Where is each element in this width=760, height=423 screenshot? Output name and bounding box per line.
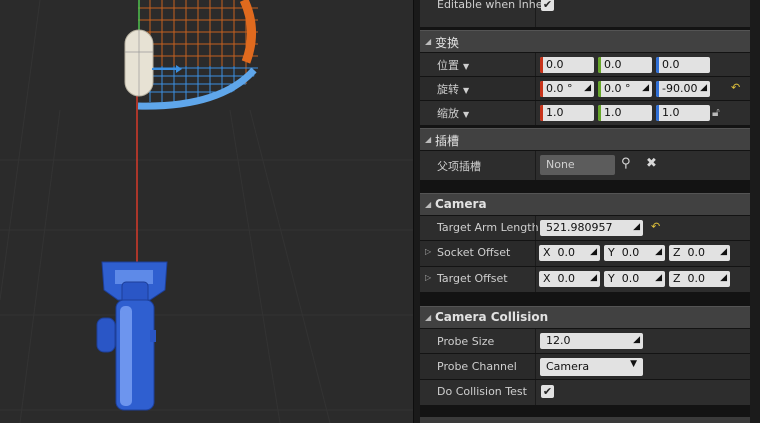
do-collision-test-label: Do Collision Test [437,385,527,398]
do-collision-test-row: Do Collision Test ✔ [420,380,750,405]
do-collision-test-checkbox[interactable]: ✔ [541,385,554,398]
socket-offset-z-field[interactable]: Z 0.0 ◢ [669,245,730,261]
target-offset-x-field[interactable]: X 0.0 ◢ [539,271,600,287]
location-y-field[interactable]: 0.0 [598,57,652,73]
target-offset-label: Target Offset [437,272,508,285]
spin-arrows-icon: ◢ [642,83,649,93]
category-sockets-title: 插槽 [435,134,460,148]
target-offset-z-field[interactable]: Z 0.0 ◢ [669,271,730,287]
spin-arrows-icon: ◢ [590,247,597,257]
chevron-down-icon: ▼ [463,62,470,71]
spin-arrows-icon: ◢ [700,83,707,93]
reset-to-default-icon[interactable]: ↶ [731,81,740,94]
expand-triangle-icon[interactable]: ▷ [425,273,431,282]
collapse-triangle-icon: ◢ [425,200,432,209]
scale-z-field[interactable]: 1.0 [656,105,710,121]
collapse-triangle-icon: ◢ [425,135,432,144]
parent-socket-row: 父项插槽 None ⚲ ✖ [420,151,750,180]
category-sockets[interactable]: ◢ 插槽 [420,128,750,150]
rotation-y-field[interactable]: 0.0 ° ◢ [598,81,652,97]
mannequin-mesh[interactable] [96,261,168,411]
scale-y-field[interactable]: 1.0 [598,105,652,121]
probe-channel-label: Probe Channel [437,360,517,373]
location-x-field[interactable]: 0.0 [540,57,594,73]
socket-offset-label: Socket Offset [437,246,511,259]
category-transform[interactable]: ◢ 变换 [420,30,750,52]
target-offset-row: ▷ Target Offset X 0.0 ◢ Y 0.0 ◢ Z 0.0 ◢ [420,267,750,292]
editable-when-inherited-checkbox[interactable]: ✔ [541,0,554,11]
details-scrollbar[interactable] [750,0,760,423]
target-arm-length-field[interactable]: 521.980957 ◢ [540,220,643,236]
rotation-row: 旋转 ▼ 0.0 ° ◢ 0.0 ° ◢ -90.00 ◢ ↶ [420,77,750,100]
probe-channel-row: Probe Channel Camera ▼ [420,354,750,379]
category-camera-collision-title: Camera Collision [435,310,549,324]
reset-to-default-icon[interactable]: ↶ [651,220,660,233]
chevron-down-icon: ▼ [463,86,470,95]
chevron-down-icon: ▼ [463,110,470,119]
category-camera[interactable]: ◢ Camera [420,193,750,215]
spin-arrows-icon: ◢ [720,273,727,283]
location-z-field[interactable]: 0.0 [656,57,710,73]
editable-when-inherited-label: Editable when Inher [437,0,548,11]
target-offset-y-field[interactable]: Y 0.0 ◢ [604,271,665,287]
socket-offset-x-field[interactable]: X 0.0 ◢ [539,245,600,261]
location-label[interactable]: 位置 ▼ [437,57,469,73]
spin-arrows-icon: ◢ [633,222,640,232]
probe-size-label: Probe Size [437,335,495,348]
chevron-down-icon: ▼ [630,359,637,369]
probe-channel-dropdown[interactable]: Camera ▼ [540,358,643,376]
probe-size-field[interactable]: 12.0 ◢ [540,333,643,349]
panel-splitter[interactable] [413,0,420,423]
collapse-triangle-icon: ◢ [425,313,432,322]
scale-row: 缩放 ▼ 1.0 1.0 1.0 🔓︎ [420,101,750,125]
viewport-scene [0,0,413,423]
next-category-edge [420,417,750,423]
target-arm-length-row: Target Arm Length 521.980957 ◢ ↶ [420,216,750,240]
target-arm-length-label: Target Arm Length [437,221,539,234]
parent-socket-label: 父项插槽 [437,160,481,173]
spin-arrows-icon: ◢ [584,83,591,93]
spin-arrows-icon: ◢ [633,335,640,345]
category-camera-collision[interactable]: ◢ Camera Collision [420,306,750,328]
collapse-triangle-icon: ◢ [425,37,432,46]
close-icon[interactable]: ✖ [646,156,657,171]
parent-socket-field[interactable]: None [540,155,615,175]
rotation-x-field[interactable]: 0.0 ° ◢ [540,81,594,97]
level-viewport[interactable] [0,0,413,423]
category-transform-title: 变换 [435,36,460,50]
socket-offset-row: ▷ Socket Offset X 0.0 ◢ Y 0.0 ◢ Z 0.0 ◢ [420,241,750,266]
spin-arrows-icon: ◢ [590,273,597,283]
probe-size-row: Probe Size 12.0 ◢ [420,329,750,353]
camera-mesh [138,0,258,102]
lock-icon[interactable]: 🔓︎ [712,105,720,120]
search-icon[interactable]: ⚲ [621,156,631,171]
category-camera-title: Camera [435,197,487,211]
location-row: 位置 ▼ 0.0 0.0 0.0 [420,53,750,76]
spin-arrows-icon: ◢ [655,273,662,283]
scale-label[interactable]: 缩放 ▼ [437,105,469,121]
expand-triangle-icon[interactable]: ▷ [425,247,431,256]
socket-offset-y-field[interactable]: Y 0.0 ◢ [604,245,665,261]
spin-arrows-icon: ◢ [720,247,727,257]
details-panel: Editable when Inher ✔ ◢ 变换 位置 ▼ 0.0 0.0 0… [420,0,760,423]
editable-when-inherited-row: Editable when Inher ✔ [420,0,750,27]
scale-x-field[interactable]: 1.0 [540,105,594,121]
rotation-label[interactable]: 旋转 ▼ [437,81,469,97]
rotation-z-field[interactable]: -90.00 ◢ [656,81,710,97]
spin-arrows-icon: ◢ [655,247,662,257]
